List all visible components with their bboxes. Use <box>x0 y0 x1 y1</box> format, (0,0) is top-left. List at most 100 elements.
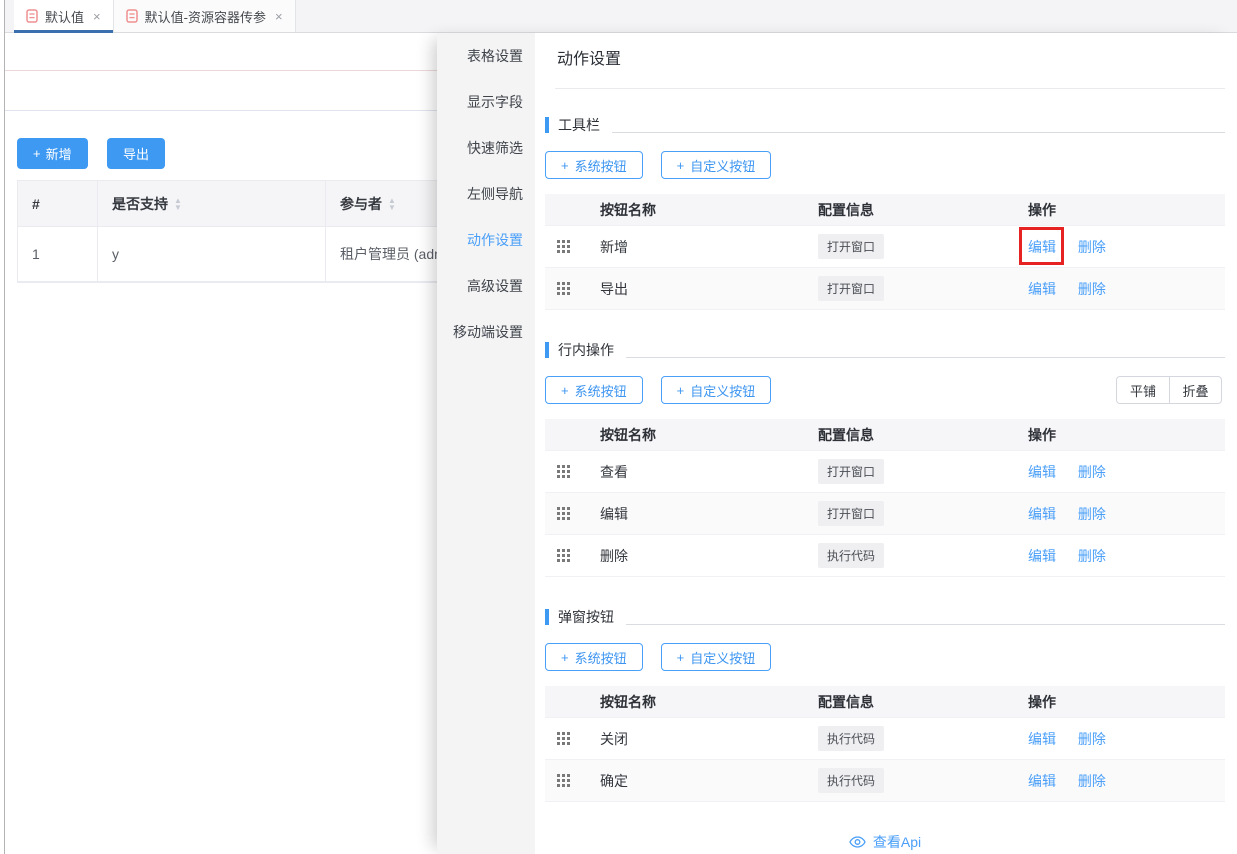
drag-handle-icon[interactable] <box>557 774 570 787</box>
sidebar-item-quick-filter[interactable]: 快速筛选 <box>437 125 535 171</box>
plus-icon: + <box>33 146 41 161</box>
config-tag: 执行代码 <box>818 726 884 751</box>
edit-link[interactable]: 编辑 <box>1028 464 1056 480</box>
drag-handle-icon[interactable] <box>557 465 570 478</box>
table-row[interactable]: 1 y 租户管理员 (adm <box>18 227 438 282</box>
column-header-operations: 操作 <box>1028 200 1225 220</box>
column-header-config-info: 配置信息 <box>818 692 1028 712</box>
sidebar-item-action-settings[interactable]: 动作设置 <box>437 217 535 263</box>
drag-handle-icon[interactable] <box>557 240 570 253</box>
edit-link[interactable]: 编辑 <box>1028 281 1056 297</box>
drag-handle-icon[interactable] <box>557 282 570 295</box>
config-tag: 打开窗口 <box>818 234 884 259</box>
config-tag: 打开窗口 <box>818 276 884 301</box>
section-underline <box>612 132 1225 133</box>
table-header-row: 按钮名称 配置信息 操作 <box>545 194 1225 226</box>
table-header-row: # 是否支持 ▲▼ 参与者 ▲▼ <box>18 181 438 227</box>
delete-link[interactable]: 删除 <box>1078 464 1106 480</box>
cell-index: 1 <box>18 227 98 281</box>
table-header-row: 按钮名称 配置信息 操作 <box>545 419 1225 451</box>
button-name: 删除 <box>600 546 818 566</box>
sort-icon[interactable]: ▲▼ <box>388 197 396 211</box>
settings-drawer: 表格设置 显示字段 快速筛选 左侧导航 动作设置 高级设置 移动端设置 动作设置… <box>437 33 1237 854</box>
sidebar-item-advanced-settings[interactable]: 高级设置 <box>437 263 535 309</box>
tab-bar: 默认值 × 默认值-资源容器传参 × <box>5 0 1237 33</box>
document-icon <box>126 9 138 23</box>
drawer-sidebar: 表格设置 显示字段 快速筛选 左侧导航 动作设置 高级设置 移动端设置 <box>437 33 535 854</box>
button-name: 新增 <box>600 237 818 257</box>
tile-toggle-button[interactable]: 平铺 <box>1117 377 1169 403</box>
tab-label: 默认值 <box>45 7 84 26</box>
button-name: 关闭 <box>600 729 818 749</box>
edit-link[interactable]: 编辑 <box>1028 239 1056 255</box>
plus-icon: + <box>561 158 569 173</box>
system-button-add[interactable]: + 系统按钮 <box>545 376 643 404</box>
custom-button-add[interactable]: + 自定义按钮 <box>661 643 772 671</box>
drag-handle-icon[interactable] <box>557 732 570 745</box>
column-header-button-name: 按钮名称 <box>600 692 818 712</box>
sidebar-item-display-fields[interactable]: 显示字段 <box>437 79 535 125</box>
button-name: 确定 <box>600 771 818 791</box>
section-header-inline-ops: 行内操作 <box>545 340 1225 360</box>
config-tag: 打开窗口 <box>818 459 884 484</box>
delete-link[interactable]: 删除 <box>1078 506 1106 522</box>
document-icon <box>26 9 38 23</box>
delete-link[interactable]: 删除 <box>1078 548 1106 564</box>
table-row: 确定 执行代码 编辑 删除 <box>545 760 1225 802</box>
custom-button-add[interactable]: + 自定义按钮 <box>661 151 772 179</box>
toolbar-buttons-table: 按钮名称 配置信息 操作 新增 打开窗口 编辑 删除 导出 打开窗口 编辑 删 <box>545 194 1225 310</box>
column-header-index[interactable]: # <box>18 181 98 226</box>
edit-link[interactable]: 编辑 <box>1028 731 1056 747</box>
column-header-button-name: 按钮名称 <box>600 200 818 220</box>
config-tag: 执行代码 <box>818 543 884 568</box>
panel-divider <box>555 88 1225 89</box>
plus-icon: + <box>677 383 685 398</box>
drag-handle-icon[interactable] <box>557 507 570 520</box>
button-name: 导出 <box>600 279 818 299</box>
edit-link[interactable]: 编辑 <box>1028 773 1056 789</box>
system-button-add[interactable]: + 系统按钮 <box>545 643 643 671</box>
column-header-config-info: 配置信息 <box>818 200 1028 220</box>
plus-icon: + <box>677 650 685 665</box>
system-button-add[interactable]: + 系统按钮 <box>545 151 643 179</box>
table-row: 编辑 打开窗口 编辑 删除 <box>545 493 1225 535</box>
edit-link[interactable]: 编辑 <box>1028 548 1056 564</box>
custom-button-add[interactable]: + 自定义按钮 <box>661 376 772 404</box>
column-header-participant[interactable]: 参与者 ▲▼ <box>326 181 438 226</box>
left-panel-edge <box>4 0 5 854</box>
table-row: 导出 打开窗口 编辑 删除 <box>545 268 1225 310</box>
close-icon[interactable]: × <box>275 9 283 24</box>
delete-link[interactable]: 删除 <box>1078 239 1106 255</box>
sidebar-item-table-settings[interactable]: 表格设置 <box>437 33 535 79</box>
plus-icon: + <box>561 383 569 398</box>
edit-link[interactable]: 编辑 <box>1028 506 1056 522</box>
sidebar-item-left-nav[interactable]: 左侧导航 <box>437 171 535 217</box>
tab-default-value[interactable]: 默认值 × <box>14 0 114 32</box>
popup-buttons-table: 按钮名称 配置信息 操作 关闭 执行代码 编辑 删除 确定 执行代码 编辑 删 <box>545 686 1225 802</box>
section-header-popup-buttons: 弹窗按钮 <box>545 607 1225 627</box>
delete-link[interactable]: 删除 <box>1078 773 1106 789</box>
column-header-support[interactable]: 是否支持 ▲▼ <box>98 181 326 226</box>
export-button[interactable]: 导出 <box>107 138 165 169</box>
sidebar-item-mobile-settings[interactable]: 移动端设置 <box>437 309 535 355</box>
section-header-toolbar: 工具栏 <box>545 115 1225 135</box>
tab-default-value-resource-container[interactable]: 默认值-资源容器传参 × <box>114 0 296 32</box>
drag-handle-icon[interactable] <box>557 549 570 562</box>
layout-toggle-group: 平铺 折叠 <box>1116 376 1222 404</box>
collapse-toggle-button[interactable]: 折叠 <box>1169 377 1221 403</box>
column-header-operations: 操作 <box>1028 425 1225 445</box>
close-icon[interactable]: × <box>93 9 101 24</box>
delete-link[interactable]: 删除 <box>1078 281 1106 297</box>
delete-link[interactable]: 删除 <box>1078 731 1106 747</box>
sort-icon[interactable]: ▲▼ <box>174 197 182 211</box>
cell-support: y <box>98 227 326 281</box>
table-header-row: 按钮名称 配置信息 操作 <box>545 686 1225 718</box>
add-button[interactable]: + 新增 <box>17 138 88 169</box>
button-name: 编辑 <box>600 504 818 524</box>
inline-ops-buttons-table: 按钮名称 配置信息 操作 查看 打开窗口 编辑 删除 编辑 打开窗口 编辑 删 <box>545 419 1225 577</box>
button-name: 查看 <box>600 462 818 482</box>
table-row: 删除 执行代码 编辑 删除 <box>545 535 1225 577</box>
config-tag: 打开窗口 <box>818 501 884 526</box>
plus-icon: + <box>677 158 685 173</box>
view-api-link[interactable]: 查看Api <box>545 832 1225 852</box>
